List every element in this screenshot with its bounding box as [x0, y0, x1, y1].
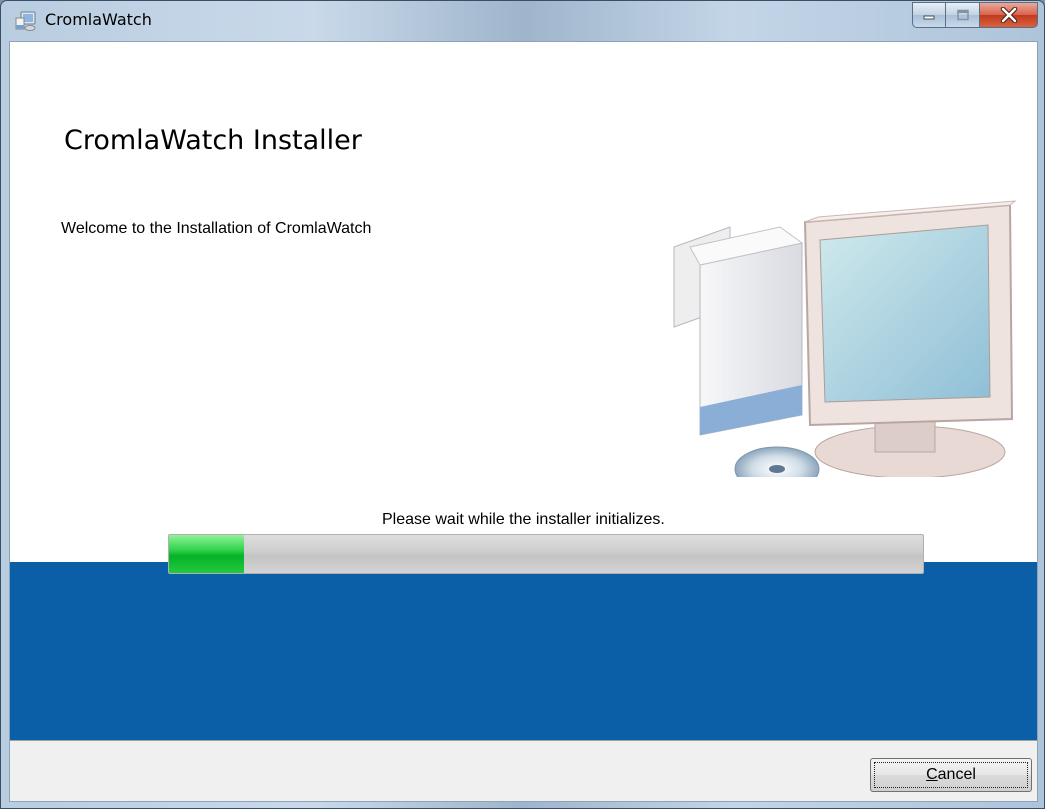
progress-fill: [169, 535, 245, 573]
installer-app-icon: [15, 11, 36, 31]
installer-content: CromlaWatch Installer Welcome to the Ins…: [9, 41, 1038, 802]
window-title: CromlaWatch: [45, 10, 152, 29]
status-text: Please wait while the installer initiali…: [382, 511, 665, 528]
cancel-label-rest: ancel: [937, 766, 976, 783]
close-button[interactable]: [980, 2, 1038, 28]
installer-window: CromlaWatch CromlaWatch Installer Welcom…: [0, 0, 1045, 809]
close-icon: [1000, 7, 1017, 23]
minimize-icon: [923, 15, 935, 20]
maximize-button[interactable]: [946, 2, 980, 28]
progress-bar: [168, 534, 924, 574]
cancel-mnemonic: C: [926, 766, 938, 783]
title-bar[interactable]: CromlaWatch: [1, 1, 1044, 41]
welcome-text: Welcome to the Installation of CromlaWat…: [61, 220, 372, 237]
installer-heading: CromlaWatch Installer: [64, 125, 362, 156]
blue-band: [10, 562, 1037, 740]
minimize-button[interactable]: [912, 2, 946, 28]
cancel-button[interactable]: Cancel: [870, 758, 1032, 792]
cancel-button-label: Cancel: [874, 762, 1028, 788]
footer-bar: Cancel: [10, 740, 1037, 801]
computer-with-box-and-cd-illustration: [673, 200, 1017, 477]
window-controls: [912, 2, 1038, 28]
maximize-icon: [956, 9, 969, 21]
